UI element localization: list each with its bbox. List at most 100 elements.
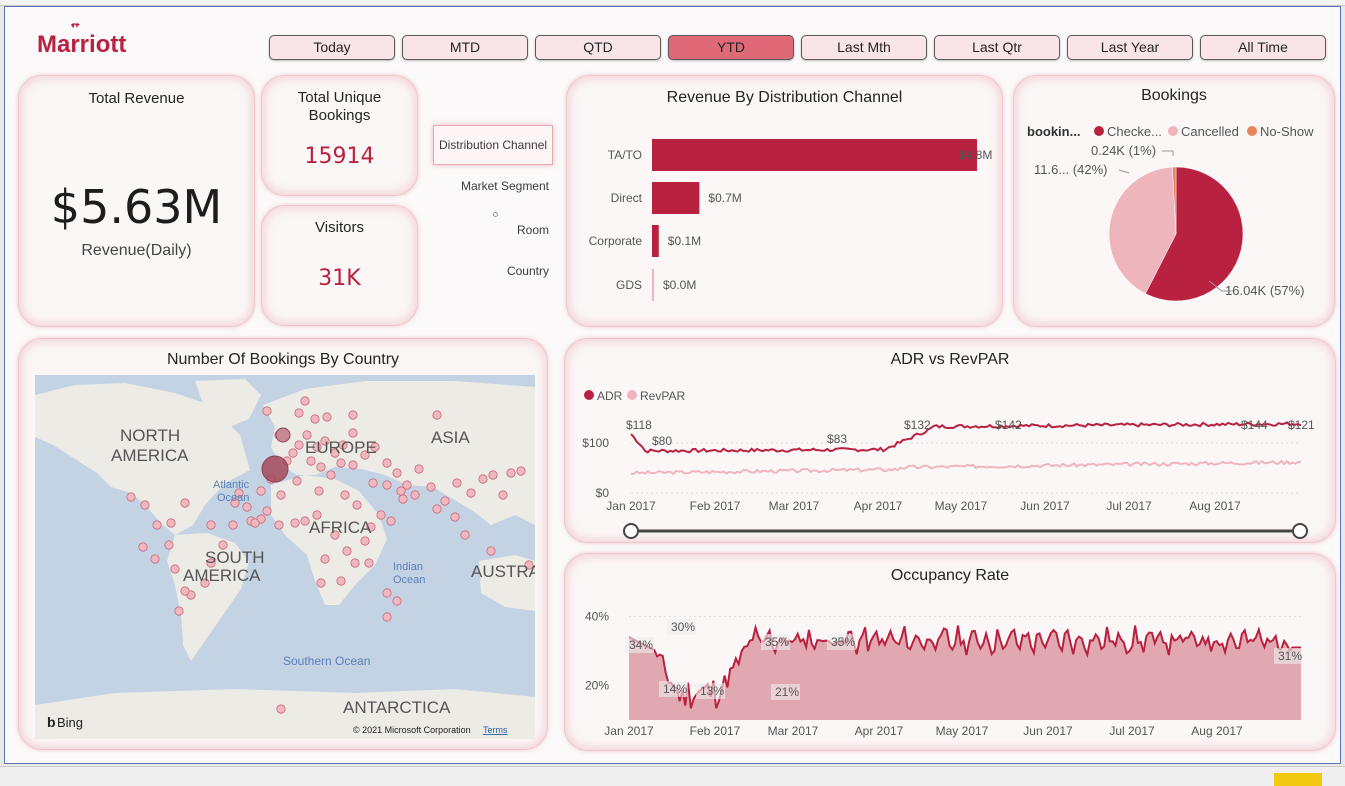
time-filter-all-time[interactable]: All Time <box>1200 35 1326 60</box>
line-data-label: $144 <box>1241 418 1268 432</box>
map-bubble <box>368 478 378 488</box>
time-filter-last-mth[interactable]: Last Mth <box>801 35 927 60</box>
bing-label: Bing <box>57 715 83 730</box>
map-label-north-america: NORTH <box>120 426 180 445</box>
time-filter-qtd[interactable]: QTD <box>535 35 661 60</box>
map-bubble <box>316 462 326 472</box>
map-bubble <box>164 540 174 550</box>
slicer-item-room[interactable]: Room <box>431 223 549 237</box>
adr-revpar-card: ADR vs RevPAR ADR RevPAR $100 $0 $118 $80 $83 $… <box>564 338 1336 543</box>
time-filter-last-qtr[interactable]: Last Qtr <box>934 35 1060 60</box>
time-filter-today[interactable]: Today <box>269 35 395 60</box>
map-terms-link[interactable]: Terms <box>483 725 508 735</box>
svg-text:Marriott: Marriott <box>37 31 126 57</box>
africa-land <box>271 475 387 605</box>
map-bubble <box>294 440 304 450</box>
marriott-logo: Marriott <box>35 21 127 58</box>
x-tick-label: Feb 2017 <box>690 499 741 513</box>
bing-icon: b <box>47 714 56 730</box>
line-data-label: $118 <box>626 418 652 432</box>
map-bubble <box>314 486 324 496</box>
map-bubble <box>320 554 330 564</box>
map-bubble <box>316 578 326 588</box>
map-bubble <box>392 596 402 606</box>
time-filter-last-year[interactable]: Last Year <box>1067 35 1193 60</box>
map-bubble <box>290 518 300 528</box>
map-bubble <box>242 502 252 512</box>
map-bubble <box>498 490 508 500</box>
x-tick-label: Aug 2017 <box>1189 499 1241 513</box>
map-bubble <box>410 490 420 500</box>
map-label-north-america-2: AMERICA <box>111 446 189 465</box>
unique-bookings-value: 15914 <box>304 144 375 169</box>
pie-leader <box>1162 150 1174 156</box>
world-map[interactable]: NORTH AMERICA EUROPE ASIA AFRICA SOUTH A… <box>35 375 535 739</box>
map-bubble <box>336 458 346 468</box>
legend-marker-adr <box>584 390 594 400</box>
map-bubble <box>396 486 406 496</box>
map-bubble <box>360 536 370 546</box>
total-revenue-card: Total Revenue $5.63M Revenue(Daily) <box>18 75 255 327</box>
map-bubble <box>452 478 462 488</box>
map-label-atlantic: Atlantic <box>213 479 250 491</box>
bar-category-label: Corporate <box>589 234 643 248</box>
pie-legend-marker <box>1247 126 1257 136</box>
x-tick-label: Jun 2017 <box>1023 724 1073 738</box>
revenue-by-channel-chart: TA/TO $4.8M Direct $0.7M Corporate $0.1M GDS $0… <box>589 139 992 301</box>
map-bubble <box>488 470 498 480</box>
time-filter-mtd[interactable]: MTD <box>402 35 528 60</box>
map-label-indian: Indian <box>393 561 423 573</box>
map-bubble <box>426 482 436 492</box>
occupancy-data-label: 21% <box>775 685 799 699</box>
map-label-southern: Southern Ocean <box>283 654 370 668</box>
map-bubble <box>432 504 442 514</box>
y-tick-label: 20% <box>585 678 609 692</box>
map-bubble <box>306 456 316 466</box>
bar-data-label: $0.0M <box>663 278 696 292</box>
map-bubble <box>382 480 392 490</box>
map-bubble <box>126 492 136 502</box>
map-label-south-america: SOUTH <box>205 548 265 567</box>
map-bubble <box>180 586 190 596</box>
map-bubble-large <box>261 455 289 483</box>
map-bubble <box>460 530 470 540</box>
map-bubble <box>262 406 272 416</box>
x-tick-label: Jul 2017 <box>1109 724 1155 738</box>
map-bubble <box>486 546 496 556</box>
x-tick-label: Feb 2017 <box>690 724 741 738</box>
x-tick-label: May 2017 <box>936 724 989 738</box>
slicer-item-market-segment[interactable]: Market Segment <box>431 179 549 193</box>
unique-bookings-card: Total Unique Bookings 15914 <box>261 75 418 196</box>
time-filter-ytd[interactable]: YTD <box>668 35 794 60</box>
slicer-item-country[interactable]: Country <box>431 264 549 278</box>
map-bubble <box>256 486 266 496</box>
bar-ta-to <box>652 139 977 171</box>
map-bubble <box>206 520 216 530</box>
map-bubble <box>274 520 284 530</box>
visitors-card: Visitors 31K <box>261 205 418 326</box>
map-bubble <box>140 500 150 510</box>
map-bubble <box>398 494 408 504</box>
map-bubble <box>322 412 332 422</box>
map-copyright: © 2021 Microsoft Corporation <box>353 725 471 735</box>
map-bubble <box>432 410 442 420</box>
map-bubble <box>440 496 450 506</box>
x-tick-label: Mar 2017 <box>768 724 819 738</box>
occupancy-data-label: 31% <box>1278 649 1302 663</box>
date-range-slider-start-handle[interactable] <box>623 523 639 539</box>
bar-data-label: $4.8M <box>959 148 992 162</box>
bookings-card: Bookings bookin... Checke... Cancelled No-S… <box>1013 75 1335 327</box>
map-bubble <box>348 410 358 420</box>
pie-data-label: 0.24K (1%) <box>1091 143 1156 158</box>
adr-revpar-chart: ADR RevPAR $100 $0 $118$80 $83 $132 $142 $144 $12… <box>582 389 1315 539</box>
line-data-label: $121 <box>1288 418 1315 432</box>
map-bubble <box>294 408 304 418</box>
date-range-slider-end-handle[interactable] <box>1292 523 1308 539</box>
map-bubble <box>250 518 260 528</box>
line-data-label: $132 <box>904 418 931 432</box>
slicer-item-distribution-channel[interactable]: Distribution Channel <box>433 125 553 165</box>
occupancy-data-label: 14% <box>663 682 687 696</box>
map-bubble <box>478 474 488 484</box>
map-title: Number Of Bookings By Country <box>166 351 400 368</box>
map-bubble <box>466 488 476 498</box>
